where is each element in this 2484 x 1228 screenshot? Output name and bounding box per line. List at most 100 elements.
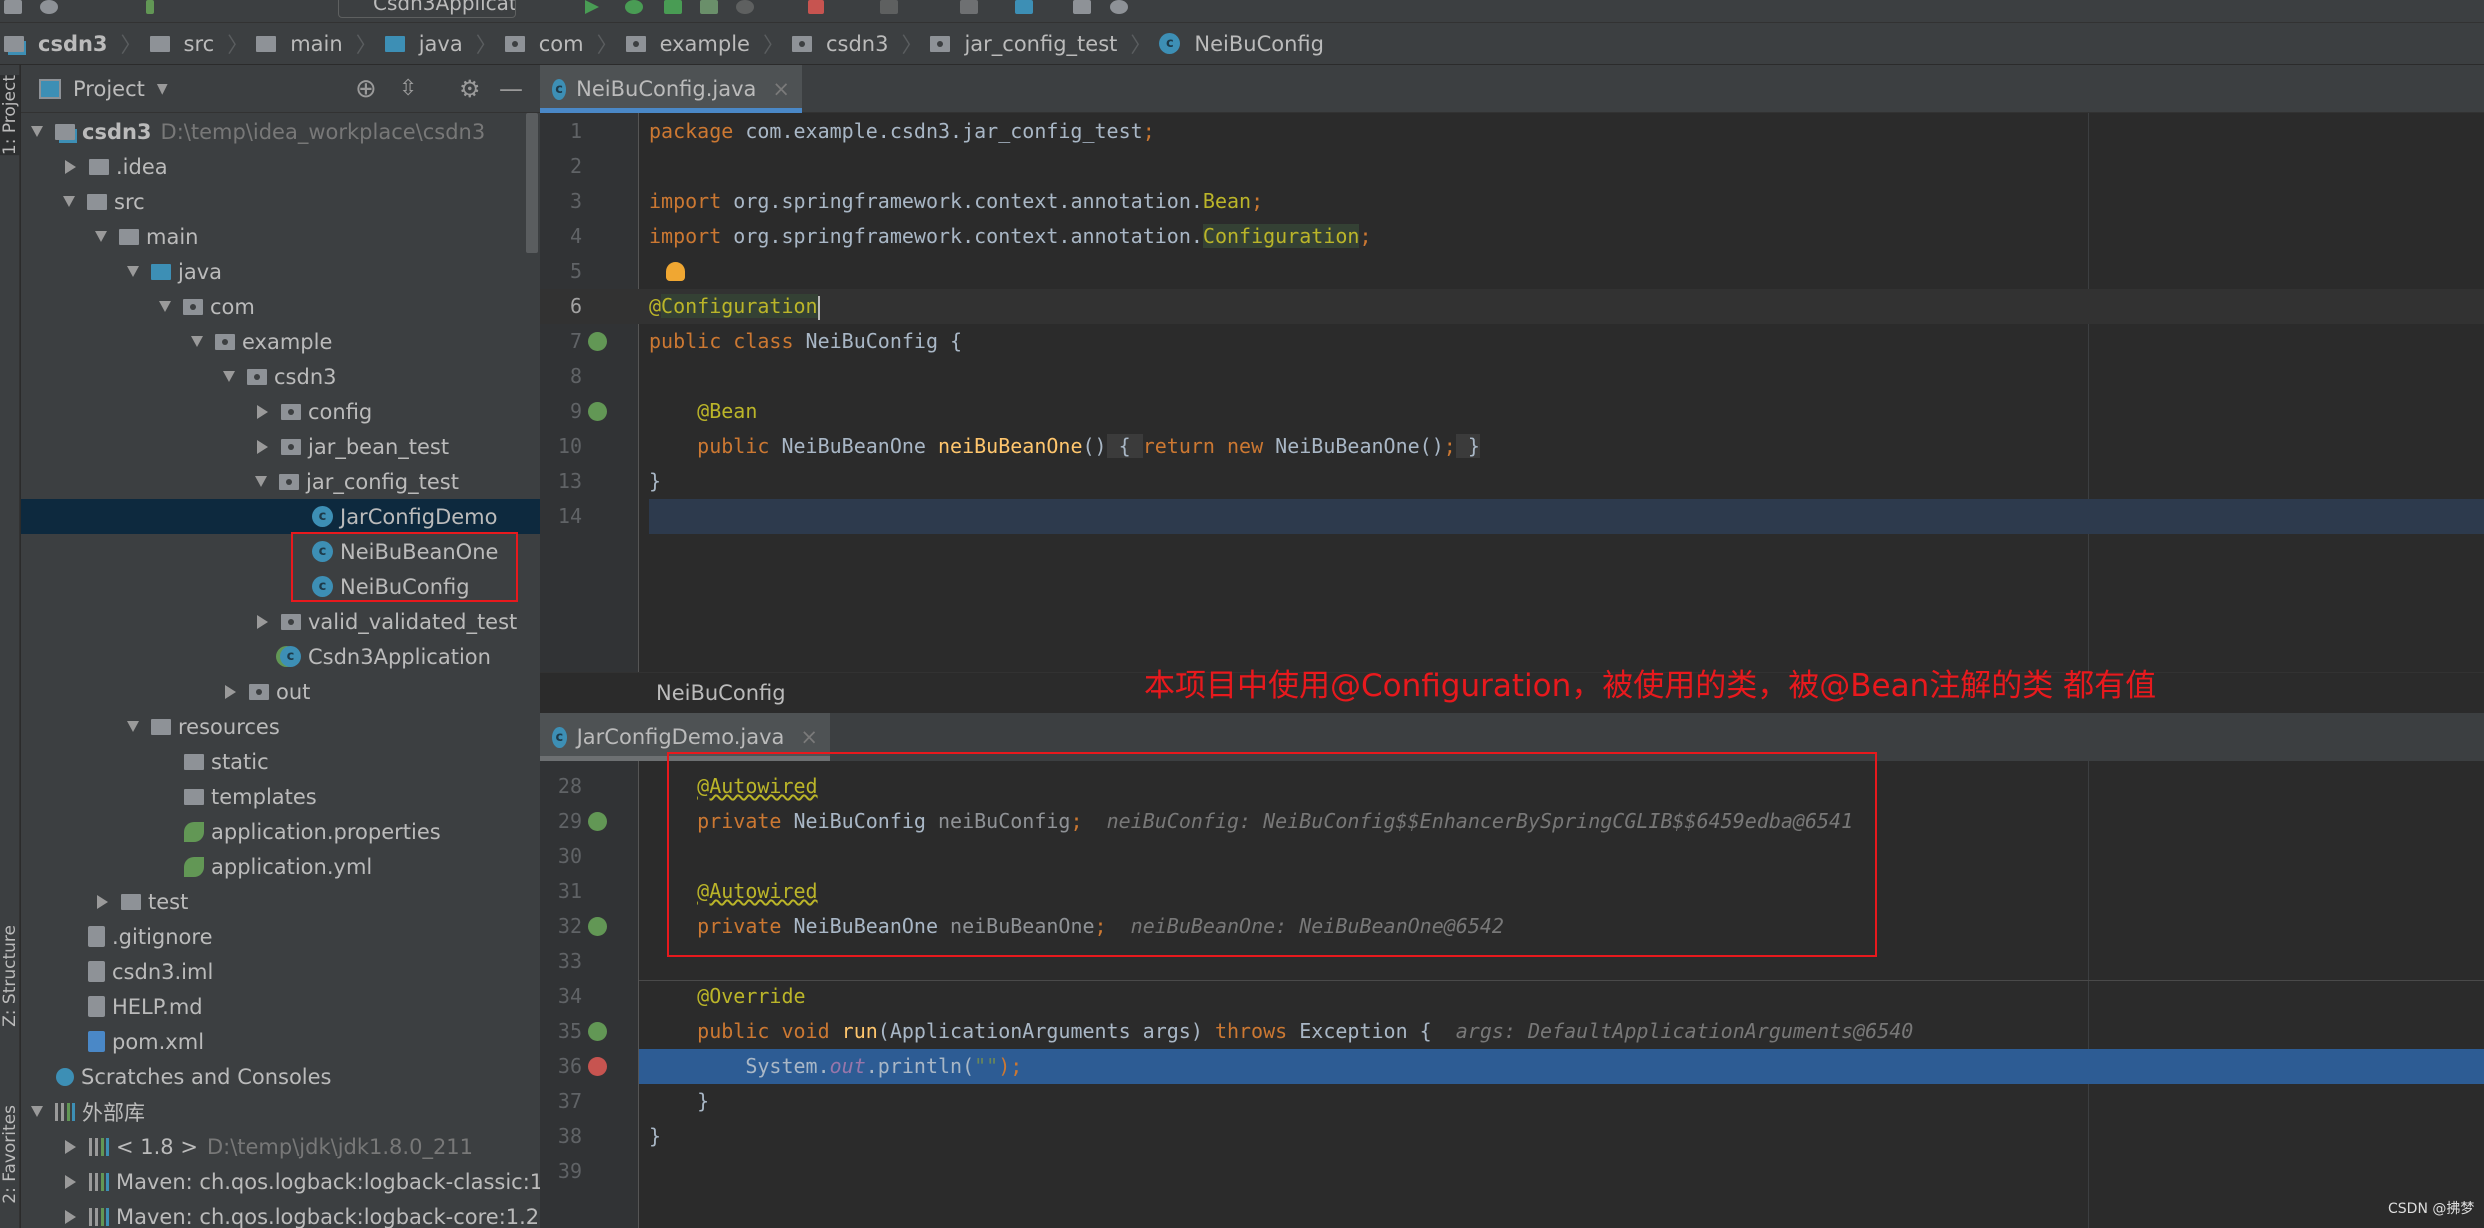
breakpoint-icon[interactable] — [588, 1057, 607, 1076]
collapse-all-icon[interactable]: ⇳ — [399, 76, 417, 101]
intention-bulb-icon[interactable] — [666, 262, 685, 281]
tree-item-application-properties[interactable]: application.properties — [21, 814, 540, 849]
breadcrumb-item-csdn3[interactable]: csdn3 〉 — [0, 29, 146, 59]
stop-icon[interactable] — [808, 0, 824, 14]
tree-item-valid-validated-test[interactable]: valid_validated_test — [21, 604, 540, 639]
code-text: } — [649, 1119, 661, 1154]
locate-icon[interactable]: ⊕ — [355, 74, 377, 104]
collapse-arrow-icon[interactable] — [97, 894, 108, 909]
save-icon[interactable] — [4, 0, 22, 14]
tab-neibuconfig-java[interactable]: c NeiBuConfig.java × — [540, 65, 802, 113]
profile-icon[interactable] — [700, 0, 718, 14]
tree-item-src[interactable]: src — [21, 184, 540, 219]
project-structure-icon[interactable] — [1015, 0, 1033, 14]
expand-arrow-icon[interactable] — [31, 1106, 43, 1117]
code-line: 35 public void run(ApplicationArguments … — [540, 1014, 2484, 1049]
expand-arrow-icon[interactable] — [31, 126, 43, 137]
spring-bean-navigate-icon[interactable] — [588, 402, 607, 421]
debug-icon[interactable] — [625, 0, 643, 14]
tree-item-csdn3[interactable]: csdn3 D:\temp\idea_workplace\csdn3 — [21, 114, 540, 149]
tree-item-main[interactable]: main — [21, 219, 540, 254]
collapse-arrow-icon[interactable] — [65, 1139, 76, 1154]
breadcrumb-item-NeiBuConfig[interactable]: c NeiBuConfig — [1155, 32, 1328, 56]
tree-item-templates[interactable]: templates — [21, 779, 540, 814]
expand-arrow-icon[interactable] — [63, 196, 75, 207]
tree-item-out[interactable]: out — [21, 674, 540, 709]
breadcrumb-item-java[interactable]: java 〉 — [381, 29, 501, 59]
tree-item-maven-ch-qos-logback-logback-classic-1-2[interactable]: Maven: ch.qos.logback:logback-classic:1.… — [21, 1164, 540, 1199]
project-view-selector[interactable]: Project — [73, 77, 145, 101]
attach-icon[interactable] — [736, 0, 754, 14]
tree-item-java[interactable]: java — [21, 254, 540, 289]
collapse-arrow-icon[interactable] — [65, 159, 76, 174]
tree-item-com[interactable]: com — [21, 289, 540, 324]
presentation-icon[interactable] — [1073, 0, 1091, 14]
tree-item-csdn3-iml[interactable]: csdn3.iml — [21, 954, 540, 989]
tree-item-config[interactable]: config — [21, 394, 540, 429]
tree-item-1-8[interactable]: < 1.8 > D:\temp\jdk\jdk1.8.0_211 — [21, 1129, 540, 1164]
breadcrumb-item-jar_config_test[interactable]: jar_config_test 〉 — [926, 29, 1155, 59]
collapse-arrow-icon[interactable] — [257, 404, 268, 419]
expand-arrow-icon[interactable] — [191, 336, 203, 347]
expand-arrow-icon[interactable] — [223, 371, 235, 382]
expand-arrow-icon[interactable] — [159, 301, 171, 312]
editor-neibuconfig[interactable]: 1 package com.example.csdn3.jar_config_te… — [540, 113, 2484, 672]
tree-item-gitignore[interactable]: .gitignore — [21, 919, 540, 954]
tree-item-example[interactable]: example — [21, 324, 540, 359]
expand-arrow-icon[interactable] — [127, 721, 139, 732]
structure-tool-button[interactable]: Z: Structure — [0, 925, 20, 1027]
breadcrumb-item-main[interactable]: main 〉 — [252, 29, 380, 59]
tree-item-[interactable]: 外部库 — [21, 1094, 540, 1129]
line-number: 9 — [569, 399, 582, 423]
expand-arrow-icon[interactable] — [255, 476, 267, 487]
expand-arrow-icon[interactable] — [127, 266, 139, 277]
tree-item-jarconfigdemo[interactable]: c JarConfigDemo — [21, 499, 540, 534]
collapse-arrow-icon[interactable] — [257, 439, 268, 454]
line-number: 7 — [569, 329, 582, 353]
breadcrumb-item-example[interactable]: example 〉 — [622, 29, 788, 59]
breadcrumb-item-src[interactable]: src 〉 — [146, 29, 253, 59]
project-tool-button[interactable]: 1: Project — [0, 75, 20, 156]
coverage-icon[interactable] — [664, 0, 682, 14]
tree-item-csdn3[interactable]: csdn3 — [21, 359, 540, 394]
spring-bean-icon[interactable] — [588, 332, 607, 351]
hide-panel-icon[interactable]: — — [499, 75, 523, 103]
sync-icon[interactable] — [40, 0, 58, 14]
collapse-arrow-icon[interactable] — [65, 1209, 76, 1224]
wrench-icon[interactable] — [960, 0, 978, 14]
tree-item-jar-config-test[interactable]: jar_config_test — [21, 464, 540, 499]
tree-item-label: JarConfigDemo — [340, 504, 498, 529]
spring-autowired-navigate-icon[interactable] — [588, 917, 607, 936]
search-icon[interactable] — [1110, 0, 1128, 14]
tree-item-test[interactable]: test — [21, 884, 540, 919]
code-token: org.springframework.context.annotation. — [733, 224, 1203, 248]
tree-item-idea[interactable]: .idea — [21, 149, 540, 184]
tree-item-static[interactable]: static — [21, 744, 540, 779]
collapse-arrow-icon[interactable] — [257, 614, 268, 629]
chevron-down-icon[interactable]: ▼ — [157, 81, 168, 97]
run-icon[interactable] — [585, 0, 599, 14]
code-token: ); — [998, 1054, 1023, 1078]
build-icon[interactable] — [146, 0, 154, 14]
override-method-icon[interactable] — [588, 1022, 607, 1041]
tree-item-help-md[interactable]: HELP.md — [21, 989, 540, 1024]
run-configuration-select[interactable]: Csdn3Application — [338, 0, 516, 18]
tree-item-scratches-and-consoles[interactable]: Scratches and Consoles — [21, 1059, 540, 1094]
breadcrumb-item-csdn3[interactable]: csdn3 〉 — [788, 29, 927, 59]
close-icon[interactable]: × — [772, 77, 790, 101]
favorites-tool-button[interactable]: 2: Favorites — [0, 1105, 20, 1204]
vcs-icon[interactable] — [880, 0, 898, 14]
breadcrumb-item-com[interactable]: com 〉 — [501, 29, 622, 59]
collapse-arrow-icon[interactable] — [65, 1174, 76, 1189]
tree-item-maven-ch-qos-logback-logback-core-1-2-1[interactable]: Maven: ch.qos.logback:logback-core:1.2.1 — [21, 1199, 540, 1228]
tree-item-pom-xml[interactable]: pom.xml — [21, 1024, 540, 1059]
tree-item-application-yml[interactable]: application.yml — [21, 849, 540, 884]
collapse-arrow-icon[interactable] — [225, 684, 236, 699]
spring-autowired-navigate-icon[interactable] — [588, 812, 607, 831]
expand-arrow-icon[interactable] — [95, 231, 107, 242]
tree-item-jar-bean-test[interactable]: jar_bean_test — [21, 429, 540, 464]
gear-icon[interactable]: ⚙ — [459, 75, 481, 103]
close-icon[interactable]: × — [800, 725, 818, 749]
tree-item-csdn3application[interactable]: c Csdn3Application — [21, 639, 540, 674]
tree-item-resources[interactable]: resources — [21, 709, 540, 744]
